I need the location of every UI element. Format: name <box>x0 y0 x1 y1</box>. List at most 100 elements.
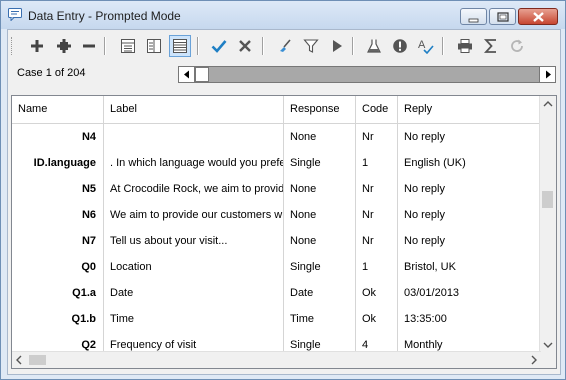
printer-icon[interactable] <box>454 35 476 57</box>
column-header-label[interactable]: Label <box>104 96 284 123</box>
row-response: None <box>284 124 356 150</box>
plus-icon[interactable] <box>26 35 48 57</box>
close-button[interactable] <box>518 8 558 25</box>
table-row[interactable]: N7 Tell us about your visit... None Nr N… <box>12 228 541 254</box>
row-response: None <box>284 202 356 228</box>
spellcheck-icon[interactable]: A <box>415 35 437 57</box>
plus-cross-icon[interactable] <box>53 35 75 57</box>
toolbar-grip[interactable] <box>11 37 14 55</box>
form-view-icon[interactable] <box>117 35 139 57</box>
minus-icon[interactable] <box>78 35 100 57</box>
toolbar: A <box>8 32 560 60</box>
x-icon[interactable] <box>234 35 256 57</box>
refresh-icon[interactable] <box>506 35 528 57</box>
row-response: None <box>284 176 356 202</box>
row-response: Single <box>284 254 356 280</box>
column-header-name[interactable]: Name <box>12 96 104 123</box>
scroll-right-arrow <box>531 355 537 365</box>
flask-icon[interactable] <box>363 35 385 57</box>
row-response: None <box>284 228 356 254</box>
toolbar-separator <box>442 37 444 55</box>
table-row[interactable]: Q1.b Time Time Ok 13:35:00 <box>12 306 541 332</box>
row-reply[interactable]: Bristol, UK <box>398 254 541 280</box>
toolbar-separator <box>352 37 354 55</box>
row-label: Location <box>104 254 284 280</box>
scroll-right-button[interactable] <box>539 67 555 82</box>
table-row[interactable]: N4 None Nr No reply <box>12 124 541 150</box>
row-code: 1 <box>356 150 398 176</box>
data-grid: Name Label Response Code Reply N4 None N… <box>11 95 557 369</box>
scroll-track[interactable] <box>195 67 539 82</box>
row-code: 1 <box>356 254 398 280</box>
case-counter: Case 1 of 204 <box>17 67 86 79</box>
column-headers: Name Label Response Code Reply <box>12 96 541 124</box>
row-reply[interactable]: No reply <box>398 124 541 150</box>
sigma-icon[interactable] <box>480 35 502 57</box>
table-row[interactable]: N6 We aim to provide our customers with … <box>12 202 541 228</box>
split-view-icon[interactable] <box>143 35 165 57</box>
row-name: Q1.a <box>12 280 104 306</box>
row-label: Date <box>104 280 284 306</box>
row-reply[interactable]: No reply <box>398 176 541 202</box>
grid-view-icon[interactable] <box>169 35 191 57</box>
row-label: Time <box>104 306 284 332</box>
broom-icon[interactable] <box>274 35 296 57</box>
checkmark-icon[interactable] <box>208 35 230 57</box>
scroll-left-button[interactable] <box>179 67 195 82</box>
row-label: At Crocodile Rock, we aim to provide <box>104 176 284 202</box>
table-row[interactable]: Q1.a Date Date Ok 03/01/2013 <box>12 280 541 306</box>
case-scrollbar[interactable] <box>178 66 556 83</box>
row-name: Q0 <box>12 254 104 280</box>
scroll-left-arrow <box>16 355 22 365</box>
play-icon[interactable] <box>326 35 348 57</box>
case-navigation-bar: Case 1 of 204 <box>8 63 560 85</box>
row-name: N5 <box>12 176 104 202</box>
row-code: Ok <box>356 306 398 332</box>
row-code: Ok <box>356 280 398 306</box>
row-response: Single <box>284 150 356 176</box>
row-reply[interactable]: 03/01/2013 <box>398 280 541 306</box>
filter-icon[interactable] <box>300 35 322 57</box>
speech-bubble-icon <box>8 8 22 22</box>
toolbar-separator <box>262 37 264 55</box>
column-header-code[interactable]: Code <box>356 96 398 123</box>
vertical-scroll-thumb[interactable] <box>542 191 553 208</box>
title-bar[interactable]: Data Entry - Prompted Mode <box>1 1 565 29</box>
vertical-scrollbar[interactable] <box>539 96 556 353</box>
row-name: N4 <box>12 124 104 150</box>
table-row[interactable]: N5 At Crocodile Rock, we aim to provide … <box>12 176 541 202</box>
column-header-response[interactable]: Response <box>284 96 356 123</box>
row-reply[interactable]: No reply <box>398 202 541 228</box>
maximize-button[interactable] <box>489 8 516 25</box>
scroll-down-arrow <box>543 342 553 348</box>
row-label <box>104 124 284 150</box>
row-label: We aim to provide our customers with <box>104 202 284 228</box>
row-label: . In which language would you prefer <box>104 150 284 176</box>
table-row[interactable]: ID.language . In which language would yo… <box>12 150 541 176</box>
row-reply[interactable]: English (UK) <box>398 150 541 176</box>
row-code: Nr <box>356 124 398 150</box>
horizontal-scroll-thumb[interactable] <box>29 355 46 365</box>
row-code: Nr <box>356 202 398 228</box>
minimize-button[interactable] <box>460 8 487 25</box>
window-title: Data Entry - Prompted Mode <box>28 9 181 23</box>
client-area: A Case 1 of 204 Name Label Response Code… <box>7 29 561 375</box>
row-reply[interactable]: No reply <box>398 228 541 254</box>
scroll-up-arrow <box>543 101 553 107</box>
row-code: Nr <box>356 176 398 202</box>
row-label: Tell us about your visit... <box>104 228 284 254</box>
row-name: Q1.b <box>12 306 104 332</box>
column-header-reply[interactable]: Reply <box>398 96 541 123</box>
row-code: Nr <box>356 228 398 254</box>
row-response: Time <box>284 306 356 332</box>
row-name: N7 <box>12 228 104 254</box>
exclamation-icon[interactable] <box>389 35 411 57</box>
row-reply[interactable]: 13:35:00 <box>398 306 541 332</box>
table-row[interactable]: Q0 Location Single 1 Bristol, UK <box>12 254 541 280</box>
svg-text:A: A <box>418 39 426 51</box>
row-name: N6 <box>12 202 104 228</box>
scroll-thumb[interactable] <box>195 67 209 82</box>
data-entry-window: Data Entry - Prompted Mode A Case 1 of 2… <box>0 0 566 380</box>
row-name: ID.language <box>12 150 104 176</box>
horizontal-scrollbar[interactable] <box>12 351 541 368</box>
